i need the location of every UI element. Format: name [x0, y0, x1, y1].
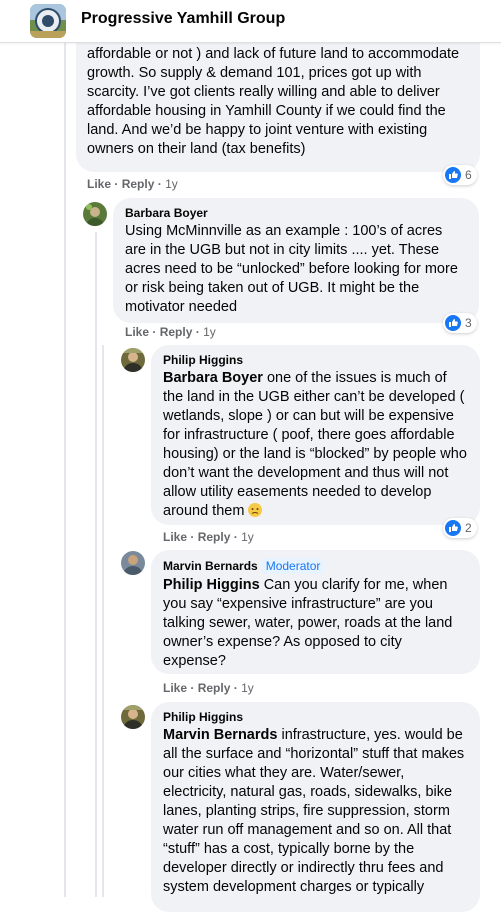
reply-link[interactable]: Reply	[122, 177, 155, 191]
avatar[interactable]	[121, 551, 145, 575]
thumbs-up-icon	[445, 167, 461, 183]
reaction-count[interactable]: 6	[443, 165, 477, 185]
author-name[interactable]: Marvin Bernards	[163, 559, 258, 573]
thread-line	[102, 345, 104, 897]
comment-bubble: Barbara Boyer Using McMinnville as an ex…	[113, 198, 479, 323]
reply-link[interactable]: Reply	[198, 530, 231, 544]
moderator-badge: Moderator	[261, 558, 325, 574]
avatar[interactable]	[83, 202, 107, 226]
reaction-count[interactable]: 2	[443, 518, 477, 538]
comment-actions: Like · Reply · 1y	[87, 177, 178, 191]
mention-link[interactable]: Marvin Bernards	[163, 727, 277, 743]
thumbs-up-icon	[445, 520, 461, 536]
thread-line	[64, 202, 66, 897]
reply-link[interactable]: Reply	[160, 325, 193, 339]
comment-text: Using McMinnville as an example : 100’s …	[125, 223, 458, 315]
comment-text: Philip Higgins Can you clarify for me, w…	[163, 577, 453, 669]
thread-line	[95, 232, 97, 897]
comment-actions: Like · Reply · 1y	[163, 681, 254, 695]
avatar[interactable]	[121, 348, 145, 372]
comment-author[interactable]: Philip Higgins	[163, 353, 468, 367]
group-header: Progressive Yamhill Group	[0, 0, 501, 43]
disappointed-face-icon	[248, 503, 263, 517]
comment-text: affordable or not ) and lack of future l…	[87, 46, 460, 157]
comment-bubble: affordable or not ) and lack of future l…	[76, 25, 480, 172]
group-name[interactable]: Progressive Yamhill Group	[81, 10, 285, 28]
timestamp[interactable]: 1y	[241, 681, 254, 695]
mention-link[interactable]: Barbara Boyer	[163, 370, 263, 386]
comment-actions: Like · Reply · 1y	[163, 530, 254, 544]
comment-text: Marvin Bernards infrastructure, yes. wou…	[163, 727, 465, 895]
thread-line	[64, 42, 66, 202]
comment-author[interactable]: Barbara Boyer	[125, 206, 467, 220]
comment-bubble: Philip Higgins Barbara Boyer one of the …	[151, 345, 480, 525]
comment-bubble: Philip Higgins Marvin Bernards infrastru…	[151, 702, 480, 912]
like-link[interactable]: Like	[163, 530, 187, 544]
reaction-count[interactable]: 3	[443, 313, 477, 333]
comment-actions: Like · Reply · 1y	[125, 325, 216, 339]
timestamp[interactable]: 1y	[241, 530, 254, 544]
avatar[interactable]	[121, 705, 145, 729]
timestamp[interactable]: 1y	[203, 325, 216, 339]
group-avatar[interactable]	[30, 4, 66, 38]
thumbs-up-icon	[445, 315, 461, 331]
comment-author[interactable]: Philip Higgins	[163, 710, 468, 724]
like-link[interactable]: Like	[163, 681, 187, 695]
comment-author: Marvin Bernards Moderator	[163, 558, 468, 574]
comment-bubble: Marvin Bernards Moderator Philip Higgins …	[151, 550, 480, 674]
like-link[interactable]: Like	[125, 325, 149, 339]
timestamp[interactable]: 1y	[165, 177, 178, 191]
mention-link[interactable]: Philip Higgins	[163, 577, 260, 593]
comment-text: Barbara Boyer one of the issues is much …	[163, 370, 467, 519]
reply-link[interactable]: Reply	[198, 681, 231, 695]
like-link[interactable]: Like	[87, 177, 111, 191]
